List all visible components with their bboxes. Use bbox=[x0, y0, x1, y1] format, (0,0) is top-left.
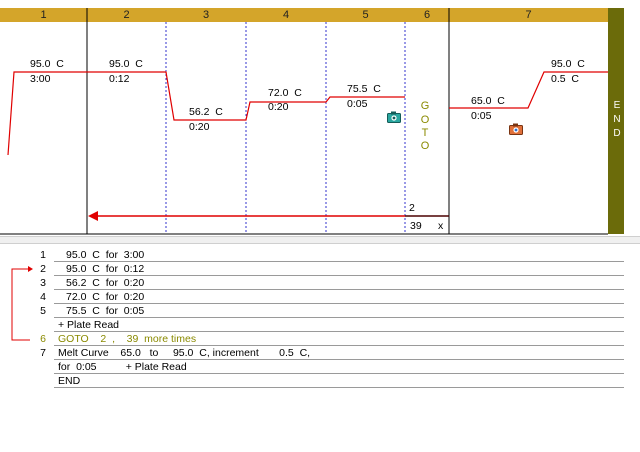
step7-end-temp[interactable]: 95.0 C bbox=[551, 58, 585, 70]
step5-temp[interactable]: 75.5 C bbox=[347, 83, 381, 95]
step4-time[interactable]: 0:20 bbox=[268, 101, 288, 113]
step1-time[interactable]: 3:00 bbox=[30, 73, 50, 85]
step7-time[interactable]: 0:05 bbox=[471, 110, 491, 122]
goto-letter: O bbox=[420, 140, 430, 152]
step7-start-temp[interactable]: 65.0 C bbox=[471, 95, 505, 107]
goto-times-label: x bbox=[438, 220, 444, 232]
step7-increment[interactable]: 0.5 C bbox=[551, 73, 579, 85]
step2-temp[interactable]: 95.0 C bbox=[109, 58, 143, 70]
protocol-text-list[interactable]: 1 95.0 C for 3:00 2 95.0 C for 0:12 3 56.2 … bbox=[0, 244, 640, 452]
end-letter: E bbox=[613, 100, 621, 111]
camera-icon bbox=[509, 122, 523, 135]
step4-temp[interactable]: 72.0 C bbox=[268, 87, 302, 99]
step1-temp[interactable]: 95.0 C bbox=[30, 58, 64, 70]
protocol-line[interactable]: 2 95.0 C for 0:12 bbox=[0, 263, 624, 276]
protocol-line[interactable]: 7 Melt Curve 65.0 to 95.0 C, increment 0.… bbox=[0, 347, 624, 360]
pane-splitter[interactable] bbox=[0, 236, 640, 244]
protocol-graph[interactable]: 1 2 3 4 5 6 7 95.0 C 3:00 95.0 C 0:12 56… bbox=[0, 0, 640, 236]
step-header-5[interactable]: 5 bbox=[326, 9, 405, 21]
step-header-3[interactable]: 3 bbox=[166, 9, 246, 21]
protocol-line[interactable]: + Plate Read bbox=[0, 319, 624, 332]
goto-target-step[interactable]: 2 bbox=[409, 202, 415, 214]
goto-letter: T bbox=[421, 127, 429, 139]
protocol-line[interactable]: 5 75.5 C for 0:05 bbox=[0, 305, 624, 318]
step-header-6[interactable]: 6 bbox=[405, 9, 449, 21]
step-header-7[interactable]: 7 bbox=[449, 9, 608, 21]
step-header-1[interactable]: 1 bbox=[0, 9, 87, 21]
protocol-line[interactable]: 3 56.2 C for 0:20 bbox=[0, 277, 624, 290]
step-header-2[interactable]: 2 bbox=[87, 9, 166, 21]
protocol-line[interactable]: 1 95.0 C for 3:00 bbox=[0, 249, 624, 262]
step-header-4[interactable]: 4 bbox=[246, 9, 326, 21]
end-letter: D bbox=[613, 128, 621, 139]
protocol-line[interactable]: for 0:05 + Plate Read bbox=[0, 361, 624, 374]
protocol-line[interactable]: END bbox=[0, 375, 624, 388]
goto-letter: G bbox=[420, 100, 430, 112]
protocol-line-goto[interactable]: 6 GOTO 2 , 39 more times bbox=[0, 333, 624, 346]
protocol-line[interactable]: 4 72.0 C for 0:20 bbox=[0, 291, 624, 304]
end-letter: N bbox=[613, 114, 621, 125]
goto-cycle-count[interactable]: 39 bbox=[410, 220, 422, 232]
step5-time[interactable]: 0:05 bbox=[347, 98, 367, 110]
goto-letter: O bbox=[420, 114, 430, 126]
step3-time[interactable]: 0:20 bbox=[189, 121, 209, 133]
goto-arrow-head bbox=[88, 211, 98, 221]
protocol-graph-canvas bbox=[0, 8, 624, 235]
step2-time[interactable]: 0:12 bbox=[109, 73, 129, 85]
step3-temp[interactable]: 56.2 C bbox=[189, 106, 223, 118]
camera-icon bbox=[387, 110, 401, 123]
